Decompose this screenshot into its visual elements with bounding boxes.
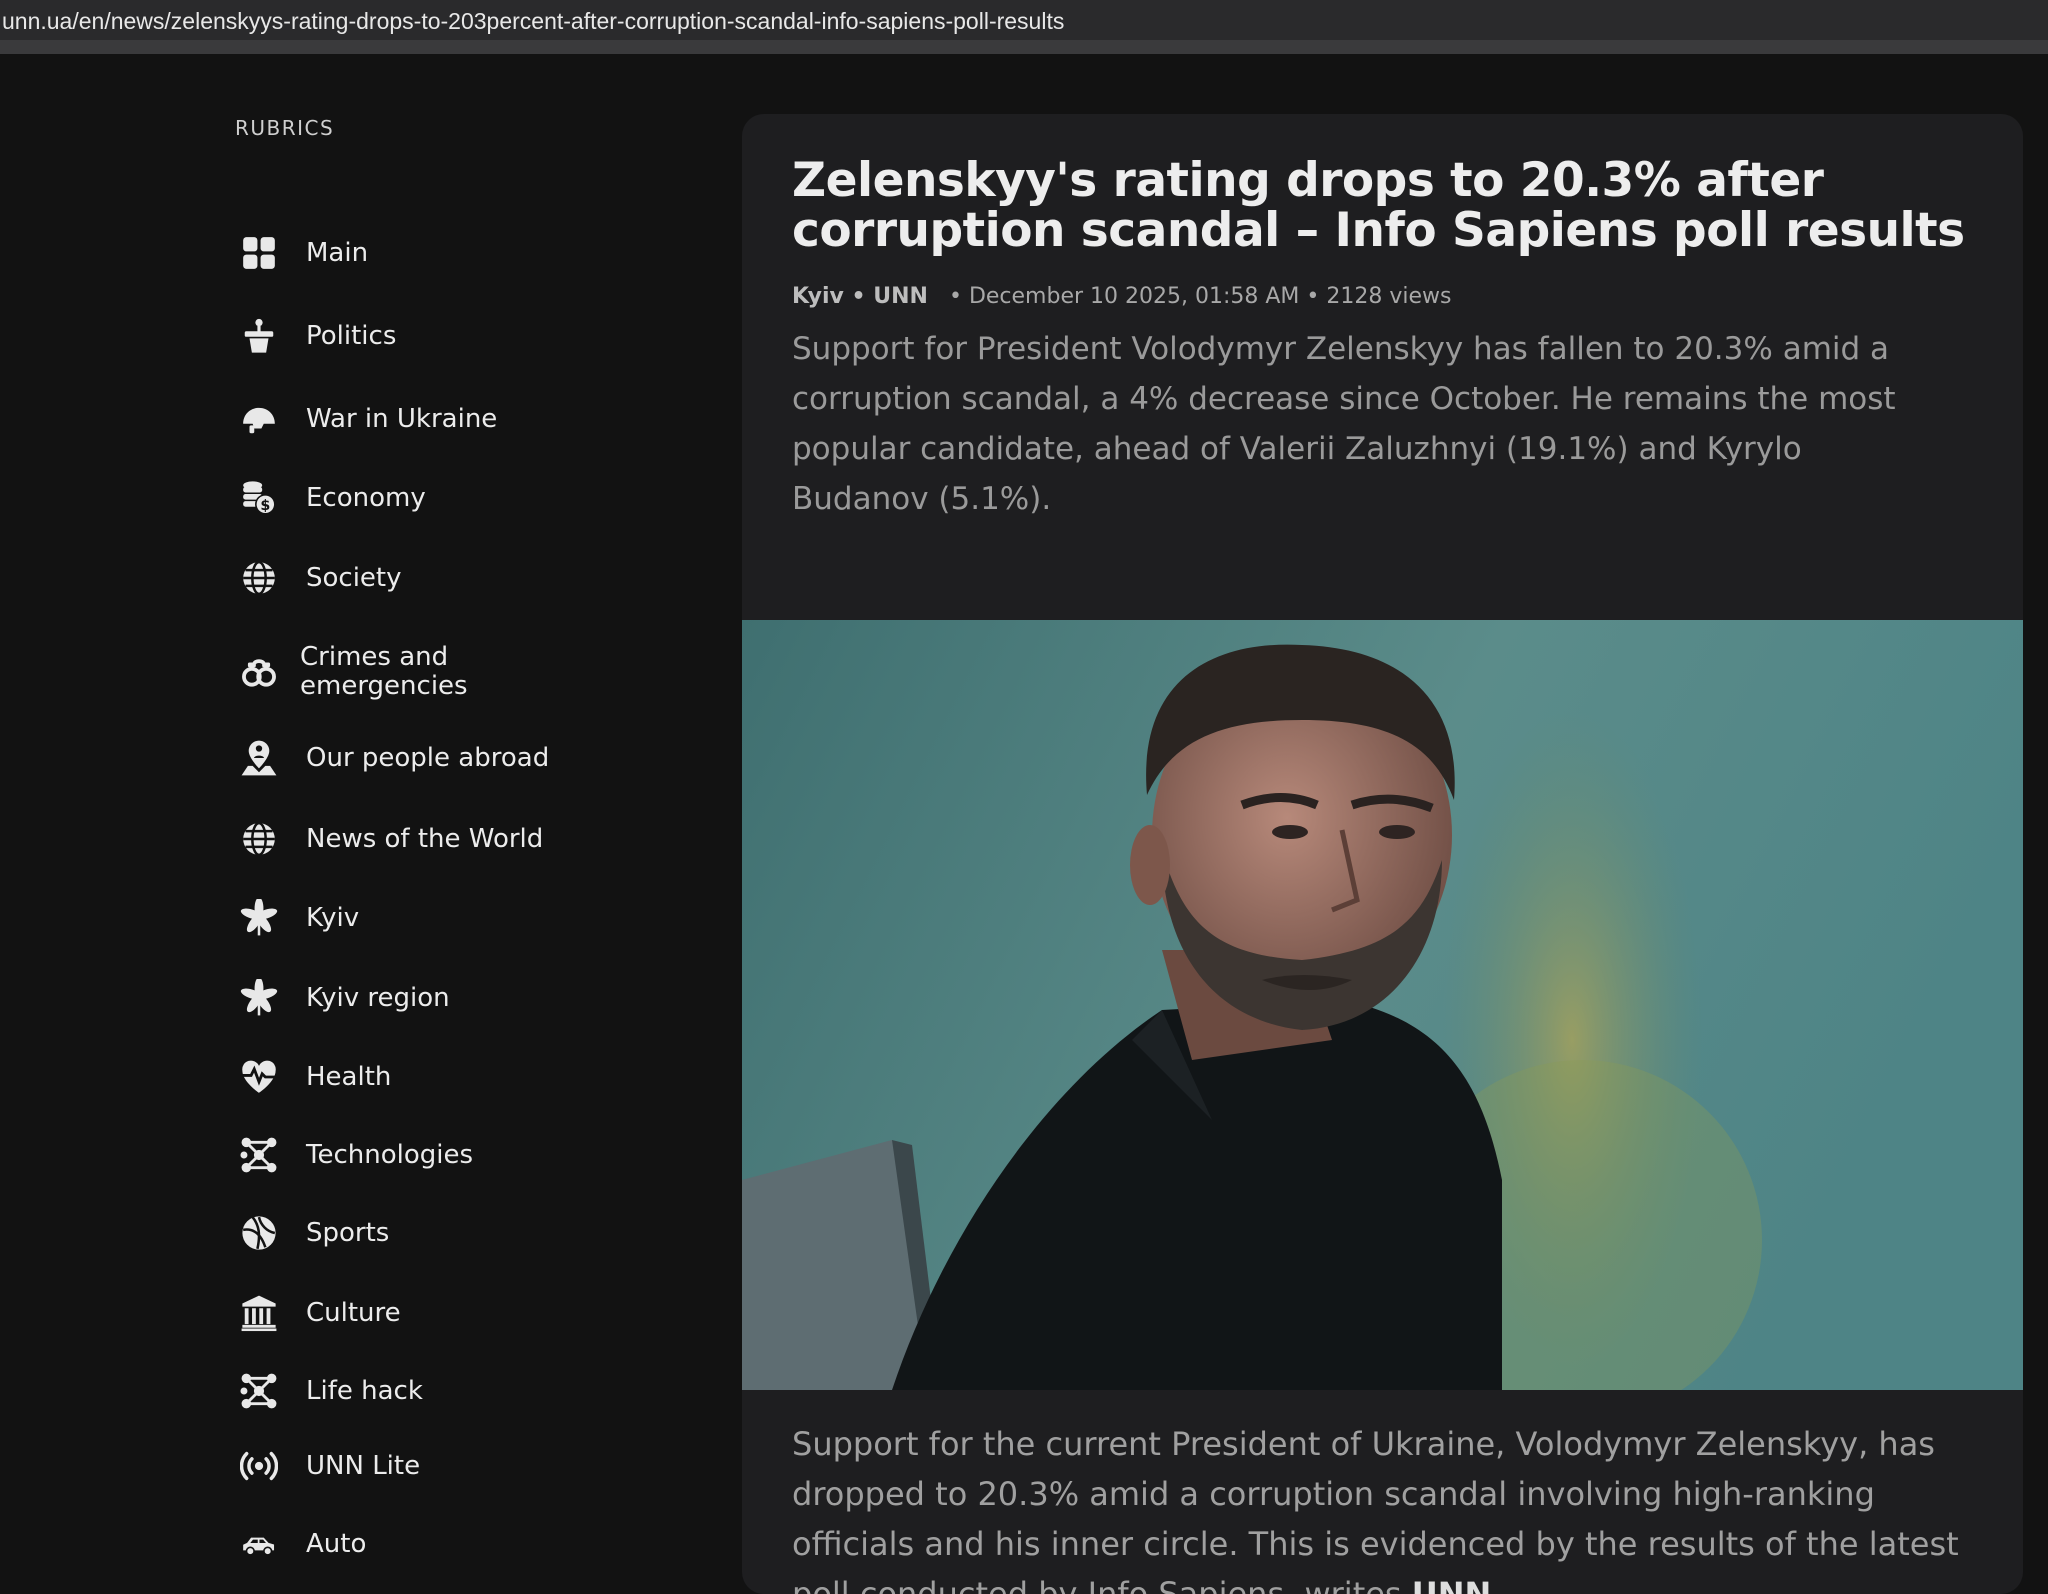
rubrics-sidebar: RUBRICS Main Politics War in Ukraine $ E… [235, 116, 695, 1558]
article-body-text: Support for the current President of Ukr… [792, 1425, 1959, 1594]
svg-text:$: $ [260, 498, 270, 514]
article-meta: Kyiv • UNN • December 10 2025, 01:58 AM … [792, 284, 1452, 309]
rubrics-heading: RUBRICS [235, 116, 335, 140]
sidebar-item-label: Kyiv region [306, 982, 450, 1013]
sidebar-item-technologies[interactable]: Technologies [235, 1125, 675, 1185]
sidebar-item-label: Kyiv [306, 902, 360, 933]
sidebar-item-unn-lite[interactable]: UNN Lite [235, 1436, 675, 1496]
museum-icon [240, 1294, 278, 1332]
sidebar-item-label: Sports [306, 1217, 390, 1248]
sidebar-item-label: Health [306, 1061, 392, 1092]
sidebar-item-label: Auto [306, 1528, 367, 1559]
sidebar-item-our-people-abroad[interactable]: Our people abroad [235, 728, 675, 788]
sidebar-item-war-in-ukraine[interactable]: War in Ukraine [235, 389, 675, 449]
car-icon [240, 1525, 278, 1563]
sidebar-item-kyiv-region[interactable]: Kyiv region [235, 968, 675, 1028]
article-body-end: . [1491, 1575, 1502, 1594]
sidebar-item-economy[interactable]: $ Economy [235, 468, 675, 528]
sidebar-item-health[interactable]: Health [235, 1047, 675, 1107]
broadcast-icon [240, 1447, 278, 1485]
article-source[interactable]: UNN [873, 284, 928, 309]
article-location[interactable]: Kyiv [792, 284, 844, 309]
network-icon [240, 1372, 278, 1410]
sidebar-item-label: Main [306, 237, 369, 268]
article-body-source-link[interactable]: UNN [1412, 1575, 1492, 1594]
article-lead: Support for President Volodymyr Zelensky… [792, 331, 1896, 517]
sidebar-item-news-of-the-world[interactable]: News of the World [235, 809, 675, 869]
globe-icon [240, 559, 278, 597]
sidebar-item-label: Society [306, 562, 402, 593]
network-icon [240, 1136, 278, 1174]
sidebar-item-label: Our people abroad [306, 742, 550, 773]
sidebar-item-label: Life hack [306, 1375, 423, 1406]
heart-pulse-icon [240, 1058, 278, 1096]
sidebar-item-label: Economy [306, 482, 426, 513]
sidebar-item-sports[interactable]: Sports [235, 1203, 675, 1263]
sidebar-item-crimes-and-emergencies[interactable]: Crimes and emergencies [235, 637, 675, 707]
sidebar-item-label: Politics [306, 320, 397, 351]
sidebar-item-kyiv[interactable]: Kyiv [235, 888, 675, 948]
sidebar-item-label: War in Ukraine [306, 403, 498, 434]
coins-icon: $ [240, 479, 278, 517]
sidebar-item-culture[interactable]: Culture [235, 1283, 675, 1343]
article-photo[interactable] [742, 620, 2023, 1390]
portrait-photo [742, 620, 2023, 1390]
sidebar-item-label: UNN Lite [306, 1450, 421, 1481]
url-text[interactable]: unn.ua/en/news/zelenskyys-rating-drops-t… [2, 8, 1064, 35]
sidebar-item-label: Technologies [306, 1139, 474, 1170]
handcuffs-icon [240, 653, 278, 691]
sidebar-item-politics[interactable]: Politics [235, 306, 675, 366]
sidebar-item-auto[interactable]: Auto [235, 1514, 675, 1574]
article-date: December 10 2025, 01:58 AM [968, 284, 1300, 309]
chestnut-leaf-icon [240, 899, 278, 937]
browser-address-bar[interactable]: unn.ua/en/news/zelenskyys-rating-drops-t… [0, 0, 2048, 54]
sidebar-item-main[interactable]: Main [235, 223, 675, 283]
sidebar-item-label: News of the World [306, 823, 544, 854]
podium-icon [240, 317, 278, 355]
globe-icon [240, 820, 278, 858]
article-title: Zelenskyy's rating drops to 20.3% after … [792, 153, 1965, 258]
sidebar-item-life-hack[interactable]: Life hack [235, 1361, 675, 1421]
article-card: Zelenskyy's rating drops to 20.3% after … [742, 114, 2023, 1594]
chestnut-leaf-icon [240, 979, 278, 1017]
sidebar-item-label: Culture [306, 1297, 401, 1328]
grid-icon [240, 234, 278, 272]
article-views: 2128 views [1326, 284, 1452, 309]
sidebar-item-society[interactable]: Society [235, 548, 675, 608]
location-person-icon [240, 739, 278, 777]
page: RUBRICS Main Politics War in Ukraine $ E… [0, 54, 2048, 1594]
basketball-icon [240, 1214, 278, 1252]
helmet-icon [240, 400, 278, 438]
sidebar-item-label: Crimes and emergencies [300, 642, 468, 701]
